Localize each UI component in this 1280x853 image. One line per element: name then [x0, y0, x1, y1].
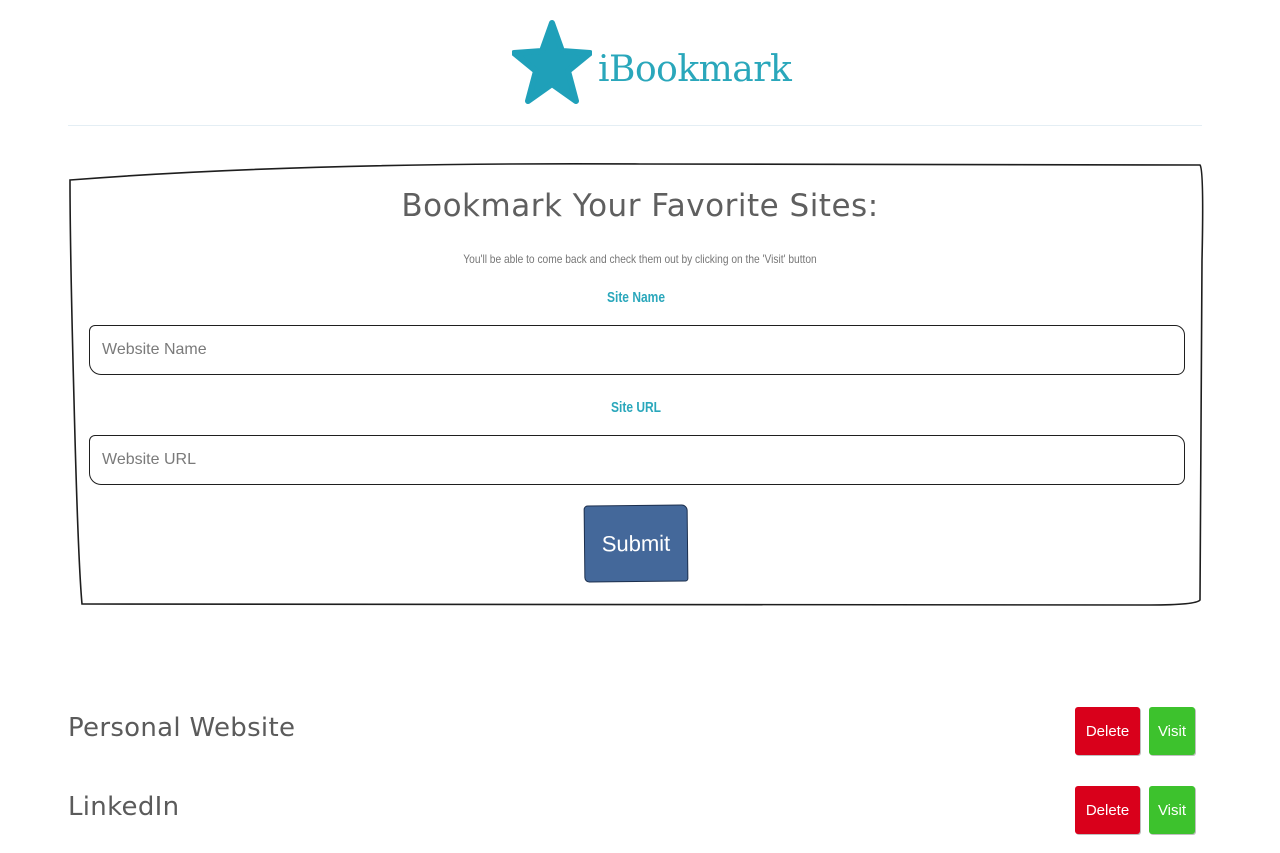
site-url-input[interactable]	[89, 435, 1185, 485]
bookmark-name: Personal Website	[68, 713, 296, 743]
bookmark-name: LinkedIn	[68, 792, 180, 822]
form-title: Bookmark Your Favorite Sites:	[401, 188, 879, 224]
visit-button[interactable]: Visit	[1149, 707, 1195, 755]
form-subtitle: You'll be able to come back and check th…	[463, 252, 817, 266]
delete-button[interactable]: Delete	[1075, 786, 1140, 834]
submit-button[interactable]: Submit	[583, 504, 689, 583]
visit-button[interactable]: Visit	[1149, 786, 1195, 834]
site-url-label: Site URL	[610, 399, 661, 416]
site-name-input[interactable]	[89, 325, 1185, 375]
site-name-label: Site Name	[606, 289, 666, 306]
delete-button[interactable]: Delete	[1075, 707, 1140, 755]
list-item: Personal Website Delete Visit	[68, 707, 1198, 759]
list-item: LinkedIn Delete Visit	[68, 786, 1198, 838]
